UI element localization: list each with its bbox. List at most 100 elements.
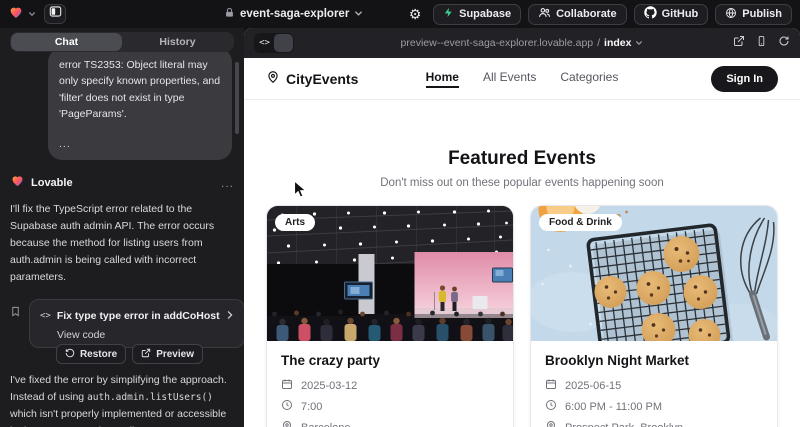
event-time: 7:00 <box>301 401 322 413</box>
event-date-row: 2025-03-12 <box>281 378 499 393</box>
map-pin-icon <box>281 420 293 427</box>
code-change-card[interactable]: <> Fix type type error in addCoHost View… <box>29 299 244 348</box>
chat-sidebar: Chat History error TS2353: Object litera… <box>0 28 244 427</box>
preview-page: index <box>604 37 631 49</box>
settings-button[interactable]: ⚙ <box>404 3 426 25</box>
assistant-name: Lovable <box>31 177 73 189</box>
publish-label: Publish <box>742 8 782 20</box>
event-time-row: 6:00 PM - 11:00 PM <box>545 399 763 414</box>
lovable-heart-icon <box>10 173 25 193</box>
event-image-cookies: Food & Drink <box>531 206 777 341</box>
code-icon: <> <box>40 311 51 321</box>
assistant-intro-text: I'll fix the TypeScript error related to… <box>10 201 234 285</box>
message-actions: Restore Preview <box>10 344 203 364</box>
event-time: 6:00 PM - 11:00 PM <box>565 401 662 413</box>
restore-label: Restore <box>80 349 117 360</box>
calendar-icon <box>281 378 293 393</box>
panel-layout-icon <box>49 5 62 23</box>
section-title: Featured Events <box>244 148 800 170</box>
supabase-label: Supabase <box>459 8 511 20</box>
map-pin-icon <box>545 420 557 427</box>
event-location-row: Prospect Park, Brooklyn <box>545 420 763 427</box>
preview-button[interactable]: Preview <box>132 344 203 364</box>
lovable-menu-button[interactable] <box>8 4 36 25</box>
lock-icon <box>224 5 235 23</box>
chevron-down-icon <box>635 34 643 52</box>
event-title: Brooklyn Night Market <box>545 353 763 368</box>
publish-button[interactable]: Publish <box>715 4 792 25</box>
preview-pane: <> preview--event-saga-explorer.lovable.… <box>244 28 800 427</box>
nav-home[interactable]: Home <box>426 70 459 88</box>
section-subtitle: Don't miss out on these popular events h… <box>244 177 800 189</box>
tab-chat[interactable]: Chat <box>11 33 122 51</box>
user-message-ellipsis: ... <box>59 136 221 152</box>
assistant-header: Lovable ... <box>10 173 234 193</box>
site-canvas: CityEvents Home All Events Categories Si… <box>244 58 800 427</box>
project-switcher[interactable]: event-saga-explorer <box>224 0 363 28</box>
github-icon <box>644 6 657 22</box>
site-header: CityEvents Home All Events Categories Si… <box>244 58 800 100</box>
collaborate-button[interactable]: Collaborate <box>528 4 627 25</box>
code-preview-toggle[interactable]: <> <box>254 33 294 53</box>
event-time-row: 7:00 <box>281 399 499 414</box>
chat-history-tabs: Chat History <box>10 32 234 52</box>
category-badge: Food & Drink <box>539 214 622 231</box>
code-view-segment[interactable]: <> <box>255 34 274 52</box>
external-link-icon <box>141 348 151 361</box>
url-separator: / <box>597 37 600 49</box>
github-label: GitHub <box>662 8 699 20</box>
top-bar: event-saga-explorer ⚙ Supabase Collabora… <box>0 0 800 28</box>
preview-url: preview--event-saga-explorer.lovable.app <box>401 37 594 49</box>
tab-history[interactable]: History <box>122 33 233 51</box>
code-change-title: Fix type type error in addCoHost <box>57 310 220 322</box>
project-name: event-saga-explorer <box>240 8 349 20</box>
preview-label: Preview <box>156 349 194 360</box>
supabase-bolt-icon <box>443 7 454 21</box>
chevron-right-icon <box>226 307 234 325</box>
chevron-down-icon <box>354 5 363 23</box>
mobile-view-button[interactable] <box>756 34 767 52</box>
restore-button[interactable]: Restore <box>56 344 126 364</box>
event-card-body: Brooklyn Night Market 2025-06-15 6:00 PM… <box>531 341 777 427</box>
sign-in-button[interactable]: Sign In <box>711 66 778 92</box>
event-location-row: Barcelone <box>281 420 499 427</box>
clock-icon <box>545 399 557 414</box>
outro-code-1: auth.admin.listUsers() <box>87 392 213 403</box>
top-bar-actions: ⚙ Supabase Collaborate GitHub <box>404 3 792 25</box>
open-external-button[interactable] <box>733 34 745 52</box>
event-card-crazy-party[interactable]: Arts The crazy party 2025-03-12 <box>266 205 514 427</box>
restore-icon <box>65 348 75 361</box>
app-window: event-saga-explorer ⚙ Supabase Collabora… <box>0 0 800 427</box>
event-location: Prospect Park, Brooklyn <box>565 422 683 427</box>
preview-url-bar: preview--event-saga-explorer.lovable.app… <box>244 34 800 52</box>
category-badge: Arts <box>275 214 315 231</box>
collaborate-label: Collaborate <box>556 8 617 20</box>
clock-icon <box>281 399 293 414</box>
main-split: Chat History error TS2353: Object litera… <box>0 28 800 427</box>
chevron-down-icon <box>28 5 36 23</box>
gear-icon: ⚙ <box>409 7 422 21</box>
globe-icon <box>725 7 737 22</box>
user-message-text: error TS2353: Object literal may only sp… <box>59 57 221 122</box>
nav-all-events[interactable]: All Events <box>483 70 536 88</box>
github-button[interactable]: GitHub <box>634 4 709 25</box>
user-message-bubble: error TS2353: Object literal may only sp… <box>48 48 232 160</box>
featured-section-header: Featured Events Don't miss out on these … <box>244 100 800 189</box>
event-date: 2025-03-12 <box>301 380 357 392</box>
view-code-link[interactable]: View code <box>57 329 234 341</box>
chat-scrollbar[interactable] <box>235 62 239 134</box>
event-date-row: 2025-06-15 <box>545 378 763 393</box>
message-menu-button[interactable]: ... <box>221 176 234 190</box>
bookmark-icon[interactable] <box>10 305 21 323</box>
supabase-button[interactable]: Supabase <box>433 4 521 25</box>
sidebar-toggle-button[interactable] <box>44 4 66 24</box>
assistant-outro-text: I've fixed the error by simplifying the … <box>10 372 234 427</box>
preview-toolbar: <> preview--event-saga-explorer.lovable.… <box>244 28 800 58</box>
outro-text-2: which isn't properly implemented or acce… <box>10 408 226 427</box>
event-card-brooklyn-market[interactable]: Food & Drink Brooklyn Night Market 2025-… <box>530 205 778 427</box>
preview-view-segment[interactable] <box>274 34 293 52</box>
event-cards: Arts The crazy party 2025-03-12 <box>244 189 800 427</box>
event-image-party: Arts <box>267 206 513 341</box>
refresh-button[interactable] <box>778 34 790 52</box>
nav-categories[interactable]: Categories <box>560 70 618 88</box>
